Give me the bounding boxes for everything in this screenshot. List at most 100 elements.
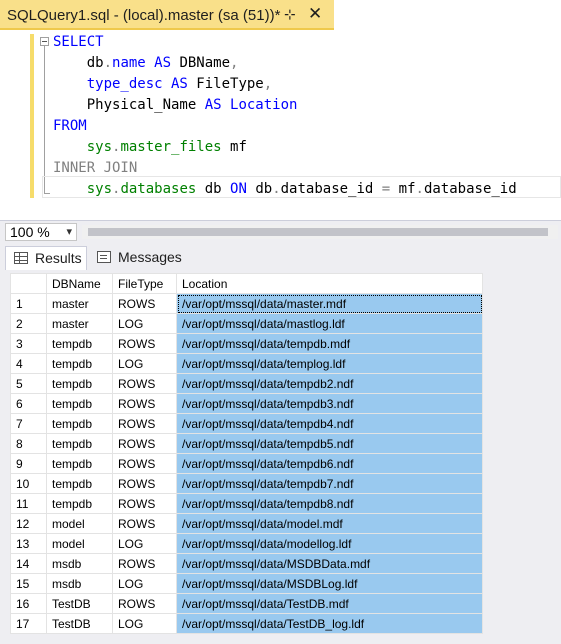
collapse-icon[interactable] [40, 37, 49, 46]
dbname-cell[interactable]: tempdb [46, 493, 113, 514]
location-cell[interactable]: /var/opt/mssql/data/TestDB_log.ldf [176, 613, 483, 634]
table-row[interactable]: 17 TestDB LOG/var/opt/mssql/data/TestDB_lo… [10, 613, 483, 634]
location-cell[interactable]: /var/opt/mssql/data/tempdb4.ndf [176, 413, 483, 434]
column-header-rownum[interactable] [10, 273, 47, 294]
dbname-cell[interactable]: TestDB [46, 593, 113, 614]
location-cell[interactable]: /var/opt/mssql/data/templog.ldf [176, 353, 483, 374]
location-cell[interactable]: /var/opt/mssql/data/tempdb5.ndf [176, 433, 483, 454]
dbname-cell[interactable]: master [46, 293, 113, 314]
column-header-dbname[interactable]: DBName [46, 273, 113, 294]
location-cell[interactable]: /var/opt/mssql/data/tempdb3.ndf [176, 393, 483, 414]
location-cell[interactable]: /var/opt/mssql/data/tempdb7.ndf [176, 473, 483, 494]
code-line[interactable]: sys.databases db ON db.database_id = mf.… [53, 179, 517, 200]
row-number-cell[interactable]: 16 [10, 593, 47, 614]
filetype-cell[interactable]: ROWS [112, 333, 177, 354]
location-cell[interactable]: /var/opt/mssql/data/TestDB.mdf [176, 593, 483, 614]
dbname-cell[interactable]: tempdb [46, 453, 113, 474]
table-row[interactable]: 15 msdb LOG/var/opt/mssql/data/MSDBLog.ldf [10, 573, 483, 594]
row-number-cell[interactable]: 11 [10, 493, 47, 514]
code-line[interactable]: type_desc AS FileType, [53, 74, 517, 95]
document-tab[interactable]: SQLQuery1.sql - (local).master (sa (51))… [0, 0, 334, 30]
tab-messages[interactable]: Messages [89, 246, 183, 270]
filetype-cell[interactable]: LOG [112, 573, 177, 594]
table-row[interactable]: 1 master ROWS/var/opt/mssql/data/master.md… [10, 293, 483, 314]
row-number-cell[interactable]: 9 [10, 453, 47, 474]
location-cell[interactable]: /var/opt/mssql/data/master.mdf [176, 293, 483, 314]
dbname-cell[interactable]: model [46, 513, 113, 534]
dbname-cell[interactable]: TestDB [46, 613, 113, 634]
dbname-cell[interactable]: tempdb [46, 433, 113, 454]
location-cell[interactable]: /var/opt/mssql/data/model.mdf [176, 513, 483, 534]
location-cell[interactable]: /var/opt/mssql/data/tempdb.mdf [176, 333, 483, 354]
row-number-cell[interactable]: 8 [10, 433, 47, 454]
results-grid[interactable]: DBName FileType Location 1 master ROWS/var… [10, 273, 483, 634]
table-row[interactable]: 4 tempdb LOG/var/opt/mssql/data/templog.ld… [10, 353, 483, 374]
row-number-cell[interactable]: 7 [10, 413, 47, 434]
tab-results[interactable]: Results [5, 246, 87, 270]
table-row[interactable]: 11 tempdb ROWS/var/opt/mssql/data/tempdb8.… [10, 493, 483, 514]
location-cell[interactable]: /var/opt/mssql/data/MSDBLog.ldf [176, 573, 483, 594]
table-row[interactable]: 2 master LOG/var/opt/mssql/data/mastlog.ld… [10, 313, 483, 334]
chevron-down-icon[interactable]: ▾ [66, 225, 72, 238]
table-row[interactable]: 8 tempdb ROWS/var/opt/mssql/data/tempdb5.n… [10, 433, 483, 454]
horizontal-scrollbar[interactable] [82, 225, 558, 239]
row-number-cell[interactable]: 15 [10, 573, 47, 594]
code-line[interactable]: FROM [53, 116, 517, 137]
location-cell[interactable]: /var/opt/mssql/data/tempdb8.ndf [176, 493, 483, 514]
row-number-cell[interactable]: 17 [10, 613, 47, 634]
filetype-cell[interactable]: ROWS [112, 393, 177, 414]
location-cell[interactable]: /var/opt/mssql/data/tempdb2.ndf [176, 373, 483, 394]
row-number-cell[interactable]: 5 [10, 373, 47, 394]
filetype-cell[interactable]: ROWS [112, 513, 177, 534]
filetype-cell[interactable]: LOG [112, 313, 177, 334]
table-row[interactable]: 12 model ROWS/var/opt/mssql/data/model.mdf [10, 513, 483, 534]
row-number-cell[interactable]: 4 [10, 353, 47, 374]
code-line[interactable]: sys.master_files mf [53, 137, 517, 158]
sql-code[interactable]: SELECT db.name AS DBName, type_desc AS F… [53, 32, 517, 200]
table-row[interactable]: 13 model LOG/var/opt/mssql/data/modellog.l… [10, 533, 483, 554]
scrollbar-thumb[interactable] [88, 228, 548, 236]
table-row[interactable]: 9 tempdb ROWS/var/opt/mssql/data/tempdb6.n… [10, 453, 483, 474]
dbname-cell[interactable]: tempdb [46, 393, 113, 414]
filetype-cell[interactable]: ROWS [112, 433, 177, 454]
filetype-cell[interactable]: ROWS [112, 453, 177, 474]
dbname-cell[interactable]: msdb [46, 553, 113, 574]
filetype-cell[interactable]: ROWS [112, 473, 177, 494]
filetype-cell[interactable]: ROWS [112, 373, 177, 394]
table-row[interactable]: 16 TestDB ROWS/var/opt/mssql/data/TestDB.m… [10, 593, 483, 614]
table-row[interactable]: 5 tempdb ROWS/var/opt/mssql/data/tempdb2.n… [10, 373, 483, 394]
table-row[interactable]: 6 tempdb ROWS/var/opt/mssql/data/tempdb3.n… [10, 393, 483, 414]
location-cell[interactable]: /var/opt/mssql/data/modellog.ldf [176, 533, 483, 554]
row-number-cell[interactable]: 2 [10, 313, 47, 334]
location-cell[interactable]: /var/opt/mssql/data/MSDBData.mdf [176, 553, 483, 574]
row-number-cell[interactable]: 6 [10, 393, 47, 414]
close-icon[interactable]: ✕ [308, 4, 322, 24]
column-header-filetype[interactable]: FileType [112, 273, 177, 294]
column-header-location[interactable]: Location [176, 273, 483, 294]
filetype-cell[interactable]: ROWS [112, 493, 177, 514]
table-row[interactable]: 14 msdb ROWS/var/opt/mssql/data/MSDBData.m… [10, 553, 483, 574]
dbname-cell[interactable]: tempdb [46, 373, 113, 394]
zoom-dropdown[interactable]: 100 % ▾ [5, 223, 77, 241]
code-line[interactable]: SELECT [53, 32, 517, 53]
row-number-cell[interactable]: 14 [10, 553, 47, 574]
filetype-cell[interactable]: ROWS [112, 593, 177, 614]
location-cell[interactable]: /var/opt/mssql/data/mastlog.ldf [176, 313, 483, 334]
filetype-cell[interactable]: LOG [112, 533, 177, 554]
dbname-cell[interactable]: msdb [46, 573, 113, 594]
dbname-cell[interactable]: tempdb [46, 333, 113, 354]
dbname-cell[interactable]: tempdb [46, 473, 113, 494]
filetype-cell[interactable]: LOG [112, 353, 177, 374]
dbname-cell[interactable]: master [46, 313, 113, 334]
row-number-cell[interactable]: 3 [10, 333, 47, 354]
row-number-cell[interactable]: 12 [10, 513, 47, 534]
filetype-cell[interactable]: LOG [112, 613, 177, 634]
code-line[interactable]: Physical_Name AS Location [53, 95, 517, 116]
row-number-cell[interactable]: 10 [10, 473, 47, 494]
dbname-cell[interactable]: tempdb [46, 413, 113, 434]
code-line[interactable]: db.name AS DBName, [53, 53, 517, 74]
pin-icon[interactable]: ⊹ [284, 6, 296, 23]
filetype-cell[interactable]: ROWS [112, 293, 177, 314]
query-editor[interactable]: SELECT db.name AS DBName, type_desc AS F… [0, 32, 561, 218]
filetype-cell[interactable]: ROWS [112, 553, 177, 574]
